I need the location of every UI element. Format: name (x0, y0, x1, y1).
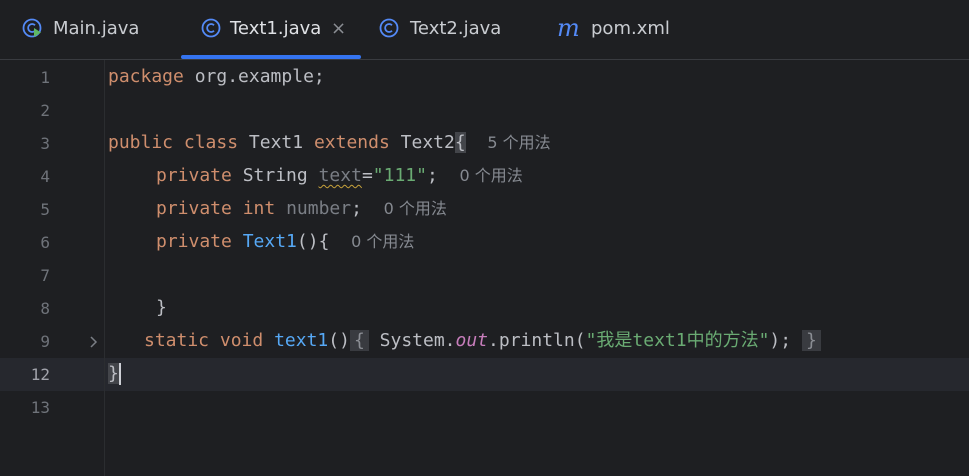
code-text: ; (426, 165, 438, 186)
code-text: ; (351, 198, 362, 219)
static-field: out (455, 330, 489, 351)
brace-match: { (454, 132, 466, 153)
tab-label: Text2.java (410, 18, 502, 39)
line-number: 13 (30, 398, 50, 417)
code-text: System. (379, 330, 456, 351)
line-number: 9 (40, 332, 50, 351)
maven-icon: m (557, 14, 580, 42)
code-line-8: } (156, 297, 167, 319)
code-text: () (328, 330, 350, 351)
line-number: 5 (40, 200, 50, 219)
line-number: 4 (40, 167, 50, 186)
code-line-3: public class Text1 extends Text2{ 5 个用法 (108, 132, 551, 154)
gutter-separator (104, 60, 105, 476)
folded-brace-open[interactable]: { (349, 330, 369, 351)
tab-text1-java[interactable]: Text1.java × (181, 0, 361, 59)
tab-text2-java[interactable]: Text2.java (361, 0, 531, 59)
code-line-9: static void text1(){ System.out.println(… (144, 330, 821, 352)
code-line-12: } (108, 363, 121, 385)
string-literal: "我是text1中的方法" (585, 330, 770, 351)
code-editor[interactable]: 1 2 3 4 5 6 7 8 9 12 13 package org.exam… (0, 60, 969, 476)
code-text: ); (769, 330, 792, 351)
method-name: text1 (274, 330, 329, 351)
class-name: Text1 (248, 132, 304, 153)
run-class-icon (22, 18, 42, 38)
keyword: int (242, 198, 276, 219)
tab-label: Text1.java (230, 18, 322, 39)
code-text: = (361, 165, 373, 186)
keyword: package (108, 66, 184, 87)
code-text: } (156, 297, 167, 318)
code-text: org.example; (183, 66, 325, 87)
line-number: 6 (40, 233, 50, 252)
parent-class-name: Text2 (400, 132, 455, 153)
keyword: void (219, 330, 264, 351)
usage-hint[interactable]: 0 个用法 (384, 199, 447, 218)
editor-tab-bar: Main.java Text1.java × Text2.java m pom.… (0, 0, 969, 60)
usage-hint[interactable]: 0 个用法 (460, 166, 523, 185)
line-number: 1 (40, 68, 50, 87)
close-icon[interactable]: × (331, 18, 346, 40)
keyword: public (108, 132, 174, 153)
keyword: private (156, 165, 232, 186)
usage-hint[interactable]: 5 个用法 (487, 133, 550, 152)
type-name: String (242, 165, 308, 186)
brace-match: } (108, 363, 119, 384)
chevron-right-icon[interactable] (88, 332, 100, 356)
code-line-6: private Text1(){ 0 个用法 (156, 231, 414, 253)
usage-hint[interactable]: 0 个用法 (351, 232, 414, 251)
tab-label: Main.java (53, 18, 140, 39)
line-number-current: 12 (30, 365, 50, 384)
folded-brace-close[interactable]: } (801, 330, 821, 351)
string-literal: "111" (372, 165, 427, 186)
constructor-name: Text1 (242, 231, 297, 252)
line-number: 3 (40, 134, 50, 153)
line-number: 2 (40, 101, 50, 120)
keyword: private (156, 198, 232, 219)
code-text: (){ (296, 231, 330, 252)
line-number: 8 (40, 299, 50, 318)
keyword: static (144, 330, 210, 351)
tab-pom-xml[interactable]: m pom.xml (541, 0, 701, 59)
field-name: number (286, 198, 352, 219)
current-line-highlight (0, 358, 969, 391)
class-icon (379, 18, 399, 38)
keyword: extends (313, 132, 390, 153)
tab-label: pom.xml (591, 18, 670, 39)
code-line-5: private int number; 0 个用法 (156, 198, 447, 220)
keyword: class (183, 132, 239, 153)
keyword: private (156, 231, 232, 252)
class-icon (201, 18, 221, 38)
line-number: 7 (40, 266, 50, 285)
text-caret (118, 363, 121, 385)
code-text: .println( (488, 330, 586, 351)
active-tab-indicator (181, 55, 361, 59)
code-line-4: private String text="111"; 0 个用法 (156, 165, 523, 187)
code-line-1: package org.example; (108, 66, 325, 88)
field-name-warning: text (318, 165, 362, 186)
tab-main-java[interactable]: Main.java (0, 0, 175, 59)
